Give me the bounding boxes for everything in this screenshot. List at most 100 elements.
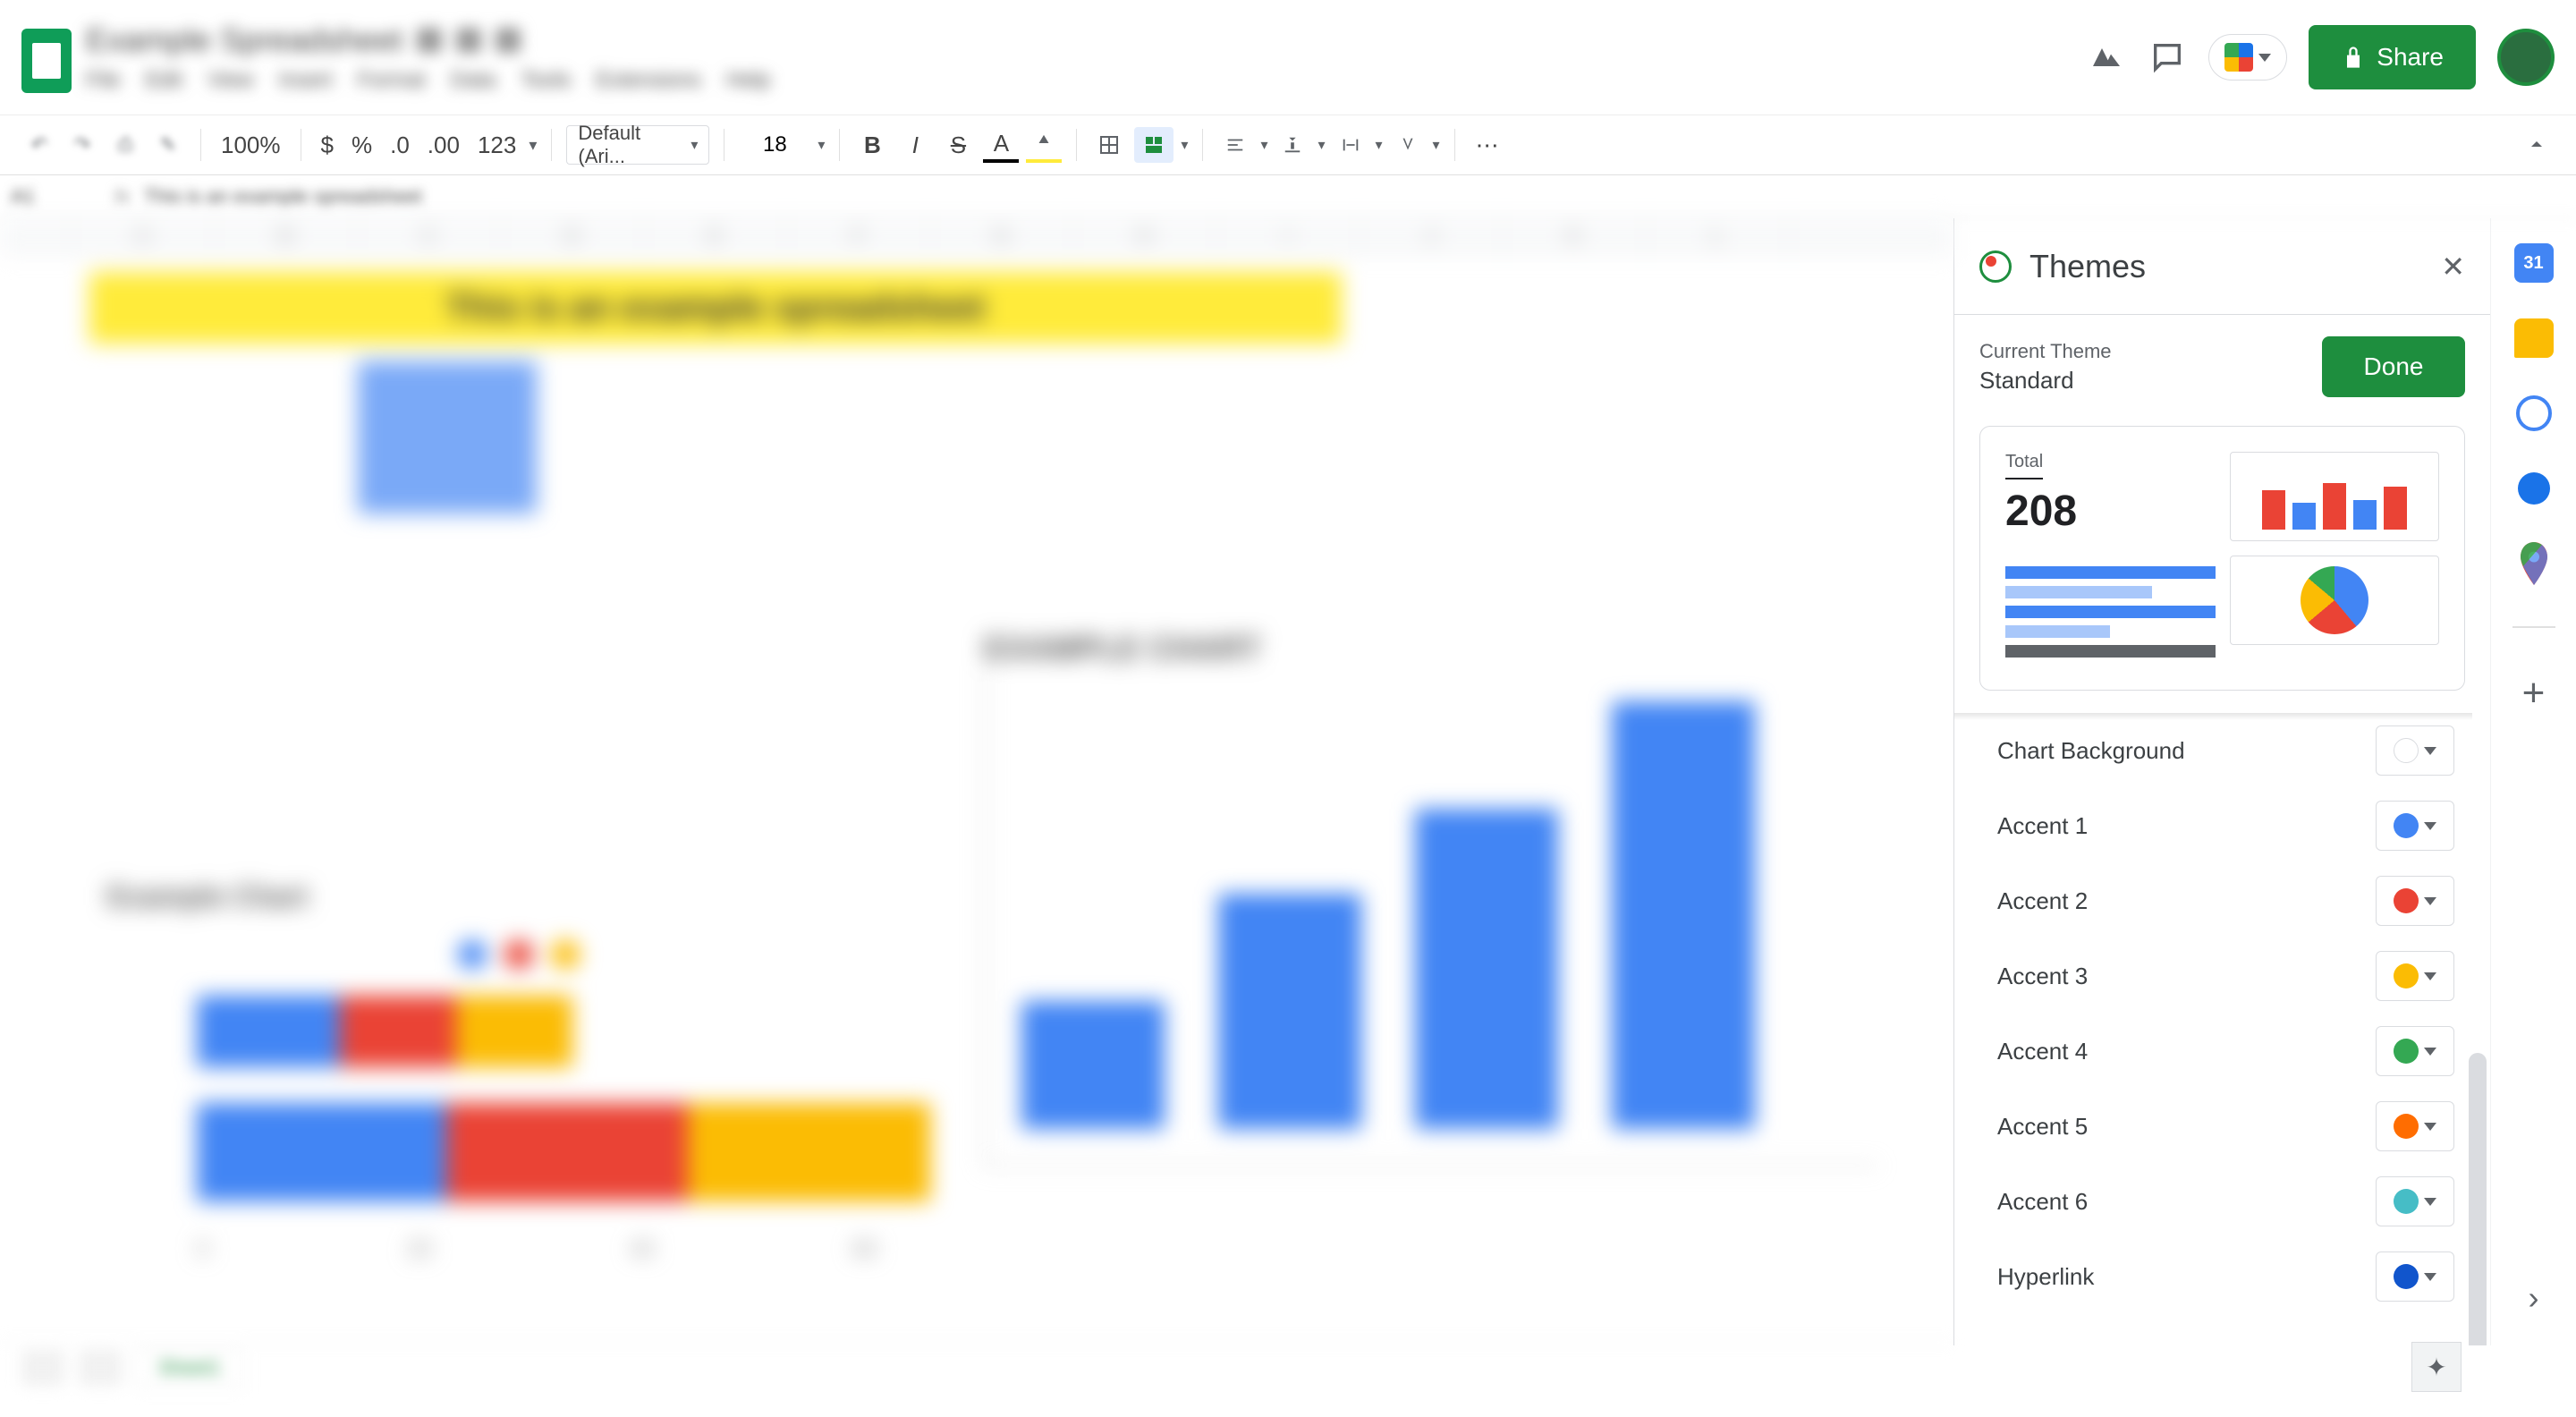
- app-header: Example Spreadsheet File Edit View Inser…: [0, 0, 2576, 115]
- font-select[interactable]: Default (Ari...▾: [566, 125, 709, 165]
- panel-title: Themes: [2029, 248, 2423, 285]
- percent-button[interactable]: %: [346, 132, 377, 159]
- side-panel: 31 + ›: [2490, 218, 2576, 1345]
- contacts-icon[interactable]: [2514, 469, 2554, 508]
- sheets-logo-icon[interactable]: [21, 29, 72, 93]
- theme-colors-list[interactable]: Chart Background Accent 1 Accent 2 Accent 3…: [1954, 712, 2490, 1345]
- borders-button[interactable]: [1091, 127, 1127, 163]
- color-picker[interactable]: [2376, 1252, 2454, 1302]
- print-icon[interactable]: ⎙: [107, 127, 143, 163]
- formula-bar: A1 fx This is an example spreadsheet: [0, 175, 2576, 218]
- bold-button[interactable]: B: [854, 127, 890, 163]
- v-align-button[interactable]: [1275, 127, 1310, 163]
- preview-total-value: 208: [2005, 487, 2216, 536]
- add-sheet-button[interactable]: [21, 1350, 64, 1386]
- toolbar: ↶ ↷ ⎙ ✎ 100% $ % .0 .00 123 ▾ Default (A…: [0, 115, 2576, 175]
- color-swatch: [2394, 738, 2419, 763]
- zoom-select[interactable]: 100%: [216, 132, 286, 159]
- preview-table: [2005, 556, 2216, 665]
- color-label: Accent 3: [1997, 963, 2088, 990]
- currency-button[interactable]: $: [316, 132, 339, 159]
- chevron-down-icon: [2424, 1048, 2436, 1056]
- menu-view[interactable]: View: [208, 68, 254, 93]
- menu-format[interactable]: Format: [358, 68, 426, 93]
- strikethrough-button[interactable]: S: [940, 127, 976, 163]
- calendar-icon[interactable]: 31: [2514, 243, 2554, 283]
- share-button[interactable]: Share: [2309, 25, 2476, 89]
- chevron-down-icon: [2424, 972, 2436, 980]
- all-sheets-button[interactable]: [79, 1350, 122, 1386]
- close-icon[interactable]: ✕: [2441, 250, 2465, 284]
- fill-color-button[interactable]: [1026, 127, 1062, 163]
- user-avatar[interactable]: [2497, 29, 2555, 86]
- theme-color-row: Accent 6: [1954, 1164, 2490, 1239]
- text-color-button[interactable]: A: [983, 127, 1019, 163]
- current-theme-label: Current Theme: [1979, 340, 2112, 363]
- explore-button[interactable]: ✦: [2411, 1342, 2462, 1392]
- color-picker[interactable]: [2376, 801, 2454, 851]
- color-label: Chart Background: [1997, 737, 2185, 765]
- tasks-icon[interactable]: [2514, 394, 2554, 433]
- color-swatch: [2394, 1189, 2419, 1214]
- chevron-down-icon: [2424, 1198, 2436, 1206]
- menu-edit[interactable]: Edit: [146, 68, 182, 93]
- star-icon[interactable]: [417, 28, 442, 53]
- color-picker[interactable]: [2376, 876, 2454, 926]
- hide-sidepanel-icon[interactable]: ›: [2529, 1279, 2539, 1317]
- menu-bar: File Edit View Insert Format Data Tools …: [86, 68, 770, 93]
- scrollbar[interactable]: [2469, 1053, 2487, 1345]
- theme-color-row: Accent 2: [1954, 863, 2490, 938]
- increase-decimal-button[interactable]: .00: [422, 132, 465, 159]
- sheet-tab[interactable]: Sheet1: [136, 1348, 243, 1387]
- redo-icon[interactable]: ↷: [64, 127, 100, 163]
- add-addon-icon[interactable]: +: [2522, 671, 2546, 716]
- italic-button[interactable]: I: [897, 127, 933, 163]
- spreadsheet-canvas[interactable]: ABCDEFGHIJKL This is an example spreadsh…: [0, 218, 1953, 1345]
- undo-icon[interactable]: ↶: [21, 127, 57, 163]
- color-picker[interactable]: [2376, 1176, 2454, 1226]
- paint-format-icon[interactable]: ✎: [150, 127, 186, 163]
- comments-icon[interactable]: [2148, 38, 2187, 77]
- color-label: Accent 4: [1997, 1038, 2088, 1065]
- history-icon[interactable]: [2087, 38, 2126, 77]
- menu-extensions[interactable]: Extensions: [596, 68, 700, 93]
- color-swatch: [2394, 888, 2419, 913]
- menu-data[interactable]: Data: [451, 68, 496, 93]
- chevron-down-icon: [2424, 747, 2436, 755]
- menu-tools[interactable]: Tools: [521, 68, 571, 93]
- theme-color-row: Accent 1: [1954, 788, 2490, 863]
- cloud-status-icon: [496, 28, 521, 53]
- formula-input[interactable]: This is an example spreadsheet: [144, 185, 422, 208]
- color-label: Accent 1: [1997, 812, 2088, 840]
- h-align-button[interactable]: [1217, 127, 1253, 163]
- number-format-button[interactable]: 123: [472, 132, 521, 159]
- chevron-down-icon: [2424, 897, 2436, 905]
- highlighted-title-cell[interactable]: This is an example spreadsheet: [89, 272, 1342, 344]
- name-box[interactable]: A1: [11, 185, 100, 208]
- more-toolbar-button[interactable]: ⋯: [1470, 127, 1505, 163]
- color-label: Accent 5: [1997, 1113, 2088, 1141]
- color-picker[interactable]: [2376, 1101, 2454, 1151]
- color-picker[interactable]: [2376, 951, 2454, 1001]
- merge-cells-button[interactable]: [1134, 127, 1174, 163]
- color-label: Accent 2: [1997, 887, 2088, 915]
- color-picker[interactable]: [2376, 725, 2454, 776]
- keep-icon[interactable]: [2514, 318, 2554, 358]
- font-size-input[interactable]: 18: [739, 132, 810, 157]
- move-icon[interactable]: [456, 28, 481, 53]
- done-button[interactable]: Done: [2322, 336, 2465, 397]
- collapse-toolbar-icon[interactable]: [2519, 127, 2555, 163]
- theme-color-row: Accent 5: [1954, 1089, 2490, 1164]
- maps-icon[interactable]: [2514, 544, 2554, 583]
- meet-logo-icon: [2224, 43, 2253, 72]
- text-wrap-button[interactable]: [1333, 127, 1368, 163]
- meet-button[interactable]: [2208, 34, 2287, 81]
- text-rotate-button[interactable]: [1390, 127, 1426, 163]
- menu-help[interactable]: Help: [726, 68, 770, 93]
- menu-file[interactable]: File: [86, 68, 121, 93]
- color-picker[interactable]: [2376, 1026, 2454, 1076]
- document-title[interactable]: Example Spreadsheet: [86, 21, 402, 59]
- menu-insert[interactable]: Insert: [279, 68, 333, 93]
- color-label: Hyperlink: [1997, 1263, 2094, 1291]
- decrease-decimal-button[interactable]: .0: [385, 132, 415, 159]
